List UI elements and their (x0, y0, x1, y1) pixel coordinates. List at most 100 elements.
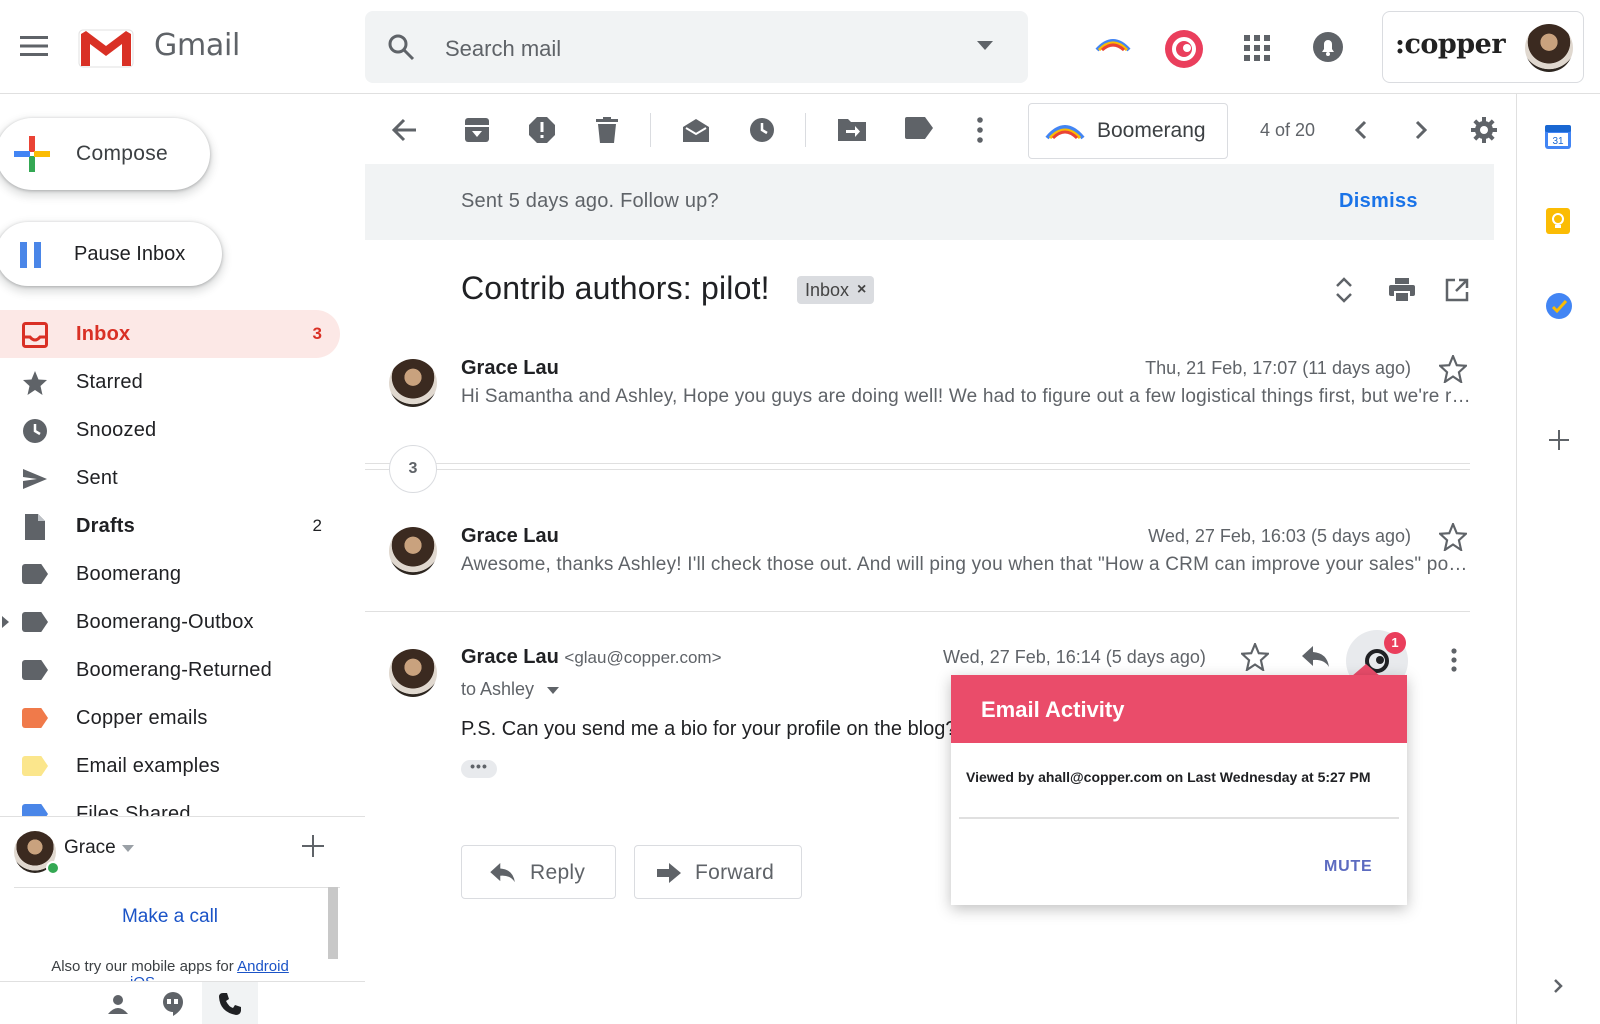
nav-label: Boomerang-Returned (76, 659, 272, 681)
boomerang-icon (1045, 122, 1085, 140)
compose-button[interactable]: Compose (0, 118, 210, 190)
nav-item-snoozed[interactable]: Snoozed (0, 406, 340, 454)
inbox-icon (22, 322, 48, 348)
message-snippet[interactable]: Awesome, thanks Ashley! I'll check those… (461, 554, 1471, 576)
add-contact-icon[interactable] (302, 835, 324, 857)
sender-avatar[interactable] (389, 359, 437, 407)
search-bar[interactable]: Search mail (365, 11, 1028, 83)
nav-label: Files Shared (76, 803, 191, 816)
message-date: Wed, 27 Feb, 16:03 (5 days ago) (1148, 526, 1411, 546)
tasks-icon[interactable] (1545, 292, 1573, 320)
notifications-icon[interactable] (1312, 31, 1344, 63)
sender-avatar[interactable] (389, 527, 437, 575)
chevron-down-icon[interactable] (547, 686, 560, 694)
expand-all-icon[interactable] (1335, 276, 1353, 304)
activity-text: Viewed by ahall@copper.com on Last Wedne… (966, 769, 1371, 785)
nav-label: Starred (76, 371, 143, 393)
star-message-icon[interactable] (1241, 643, 1269, 671)
apps-grid-icon[interactable] (1244, 35, 1270, 61)
hangouts-icon (162, 992, 184, 1016)
expand-arrow-icon[interactable] (2, 616, 9, 628)
star-message-icon[interactable] (1439, 355, 1467, 383)
report-spam-icon[interactable] (529, 117, 555, 143)
chevron-down-icon[interactable] (122, 845, 134, 852)
phone-tab[interactable] (202, 982, 258, 1024)
message-body: P.S. Can you send me a bio for your prof… (461, 718, 957, 740)
show-trimmed-content-button[interactable]: ••• (461, 759, 497, 778)
collapsed-divider (365, 463, 1470, 464)
main-menu-icon[interactable] (20, 36, 48, 56)
message-snippet[interactable]: Hi Samantha and Ashley, Hope you guys ar… (461, 386, 1471, 408)
add-addon-icon[interactable] (1549, 430, 1569, 450)
pause-icon (20, 242, 42, 268)
older-chevron-icon[interactable] (1415, 120, 1427, 140)
clock-icon (22, 418, 48, 444)
nav-item-boomerang-returned[interactable]: Boomerang-Returned (0, 646, 340, 694)
make-call-link[interactable]: Make a call (14, 906, 326, 928)
nav-item-starred[interactable]: Starred (0, 358, 340, 406)
keep-icon[interactable] (1545, 208, 1571, 234)
scrollbar[interactable] (328, 887, 338, 959)
app-name[interactable]: Gmail (154, 28, 240, 63)
account-avatar[interactable] (1525, 24, 1573, 72)
hangouts-tabs (0, 981, 365, 1024)
more-message-options-icon[interactable] (1451, 648, 1457, 672)
nav-item-inbox[interactable]: Inbox 3 (0, 310, 340, 358)
search-icon[interactable] (387, 33, 415, 61)
popup-title: Email Activity (981, 697, 1125, 722)
recipient-line[interactable]: to Ashley (461, 679, 560, 700)
collapse-panel-chevron-icon[interactable] (1553, 978, 1563, 994)
nav-item-email-examples[interactable]: Email examples (0, 742, 340, 790)
label-icon (22, 708, 48, 728)
move-to-icon[interactable] (838, 117, 866, 141)
snooze-icon[interactable] (749, 117, 775, 143)
dismiss-button[interactable]: Dismiss (1339, 190, 1418, 213)
boomerang-button[interactable]: Boomerang (1028, 103, 1228, 159)
hangouts-user-name[interactable]: Grace (64, 837, 116, 859)
label-icon (22, 804, 48, 816)
search-options-icon[interactable] (977, 41, 993, 51)
sender-avatar[interactable] (389, 649, 437, 697)
android-link[interactable]: Android (237, 958, 289, 975)
open-in-new-window-icon[interactable] (1445, 278, 1469, 302)
mute-button[interactable]: MUTE (1324, 858, 1373, 876)
delete-icon[interactable] (596, 117, 618, 143)
print-icon[interactable] (1389, 278, 1415, 302)
nav-item-files-shared[interactable]: Files Shared (0, 790, 340, 816)
star-message-icon[interactable] (1439, 523, 1467, 551)
sender-name: Grace Lau <glau@copper.com> (461, 646, 722, 669)
forward-button[interactable]: Forward (634, 845, 802, 899)
nav-item-drafts[interactable]: Drafts 2 (0, 502, 340, 550)
remove-label-icon[interactable]: × (857, 281, 866, 299)
reply-button[interactable]: Reply (461, 845, 616, 899)
calendar-icon[interactable]: 31 (1545, 123, 1571, 149)
boomerang-label: Boomerang (1097, 119, 1206, 142)
compose-plus-icon (14, 136, 50, 172)
settings-gear-icon[interactable] (1471, 117, 1497, 143)
search-input[interactable]: Search mail (445, 36, 561, 62)
label-as-icon[interactable] (905, 117, 933, 139)
inbox-label-chip[interactable]: Inbox × (797, 276, 875, 304)
hangouts-tab[interactable] (146, 982, 202, 1024)
more-options-icon[interactable] (977, 117, 983, 143)
nav-item-boomerang-outbox[interactable]: Boomerang-Outbox (0, 598, 340, 646)
copper-extension-icon[interactable] (1165, 30, 1203, 68)
boomerang-icon[interactable] (1095, 36, 1131, 52)
gmail-logo-icon[interactable] (78, 28, 134, 68)
pause-inbox-button[interactable]: Pause Inbox (0, 222, 222, 286)
reply-icon[interactable] (1302, 646, 1330, 668)
contacts-tab[interactable] (90, 982, 146, 1024)
back-icon[interactable] (392, 117, 418, 143)
nav-item-sent[interactable]: Sent (0, 454, 340, 502)
message-divider (365, 611, 1470, 612)
nav-item-boomerang[interactable]: Boomerang (0, 550, 340, 598)
sender-name: Grace Lau (461, 525, 559, 547)
collapsed-messages-count[interactable]: 3 (389, 445, 437, 493)
nav-item-copper-emails[interactable]: Copper emails (0, 694, 340, 742)
mark-unread-icon[interactable] (682, 117, 710, 143)
drafts-count: 2 (312, 516, 322, 535)
newer-chevron-icon[interactable] (1355, 120, 1367, 140)
archive-icon[interactable] (464, 117, 490, 143)
account-brand: :copper (1395, 29, 1506, 60)
account-switcher[interactable]: :copper (1382, 11, 1584, 83)
